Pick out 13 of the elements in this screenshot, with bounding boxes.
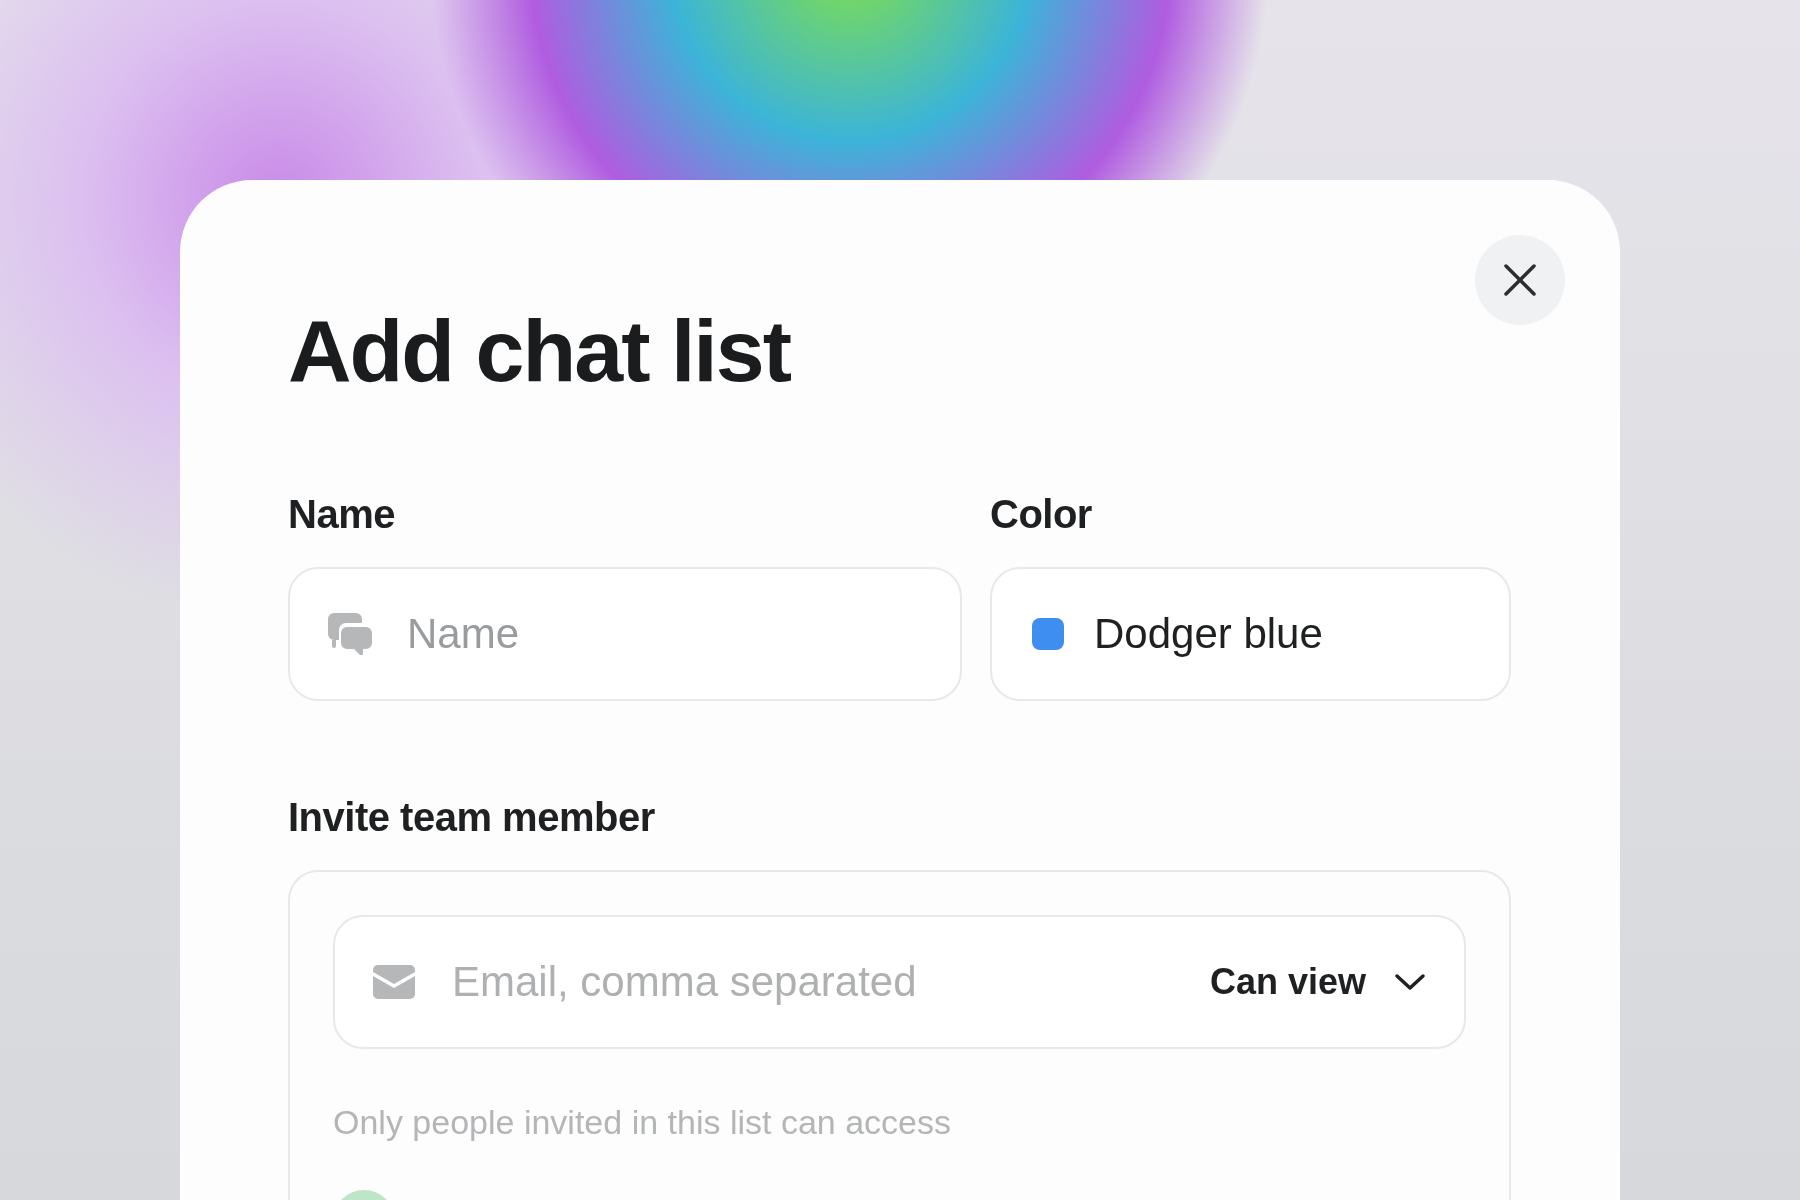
- chevron-down-icon: [1394, 972, 1426, 991]
- section-label: Invite team member: [288, 794, 656, 840]
- color-field[interactable]: Dodger blue: [990, 566, 1511, 701]
- dialog-title: Add chat list: [288, 300, 792, 402]
- permission-dropdown[interactable]: Can view: [1209, 960, 1426, 1003]
- close-icon: [1503, 263, 1537, 297]
- field-label: Color: [990, 491, 1093, 537]
- chat-bubbles-icon: [328, 612, 372, 655]
- color-value: Dodger blue: [1094, 609, 1323, 658]
- envelope-icon: [373, 964, 415, 999]
- helper-text: Only people invited in this list can access: [333, 1102, 952, 1142]
- field-label: Name: [288, 491, 396, 537]
- name-field[interactable]: Name: [288, 566, 962, 701]
